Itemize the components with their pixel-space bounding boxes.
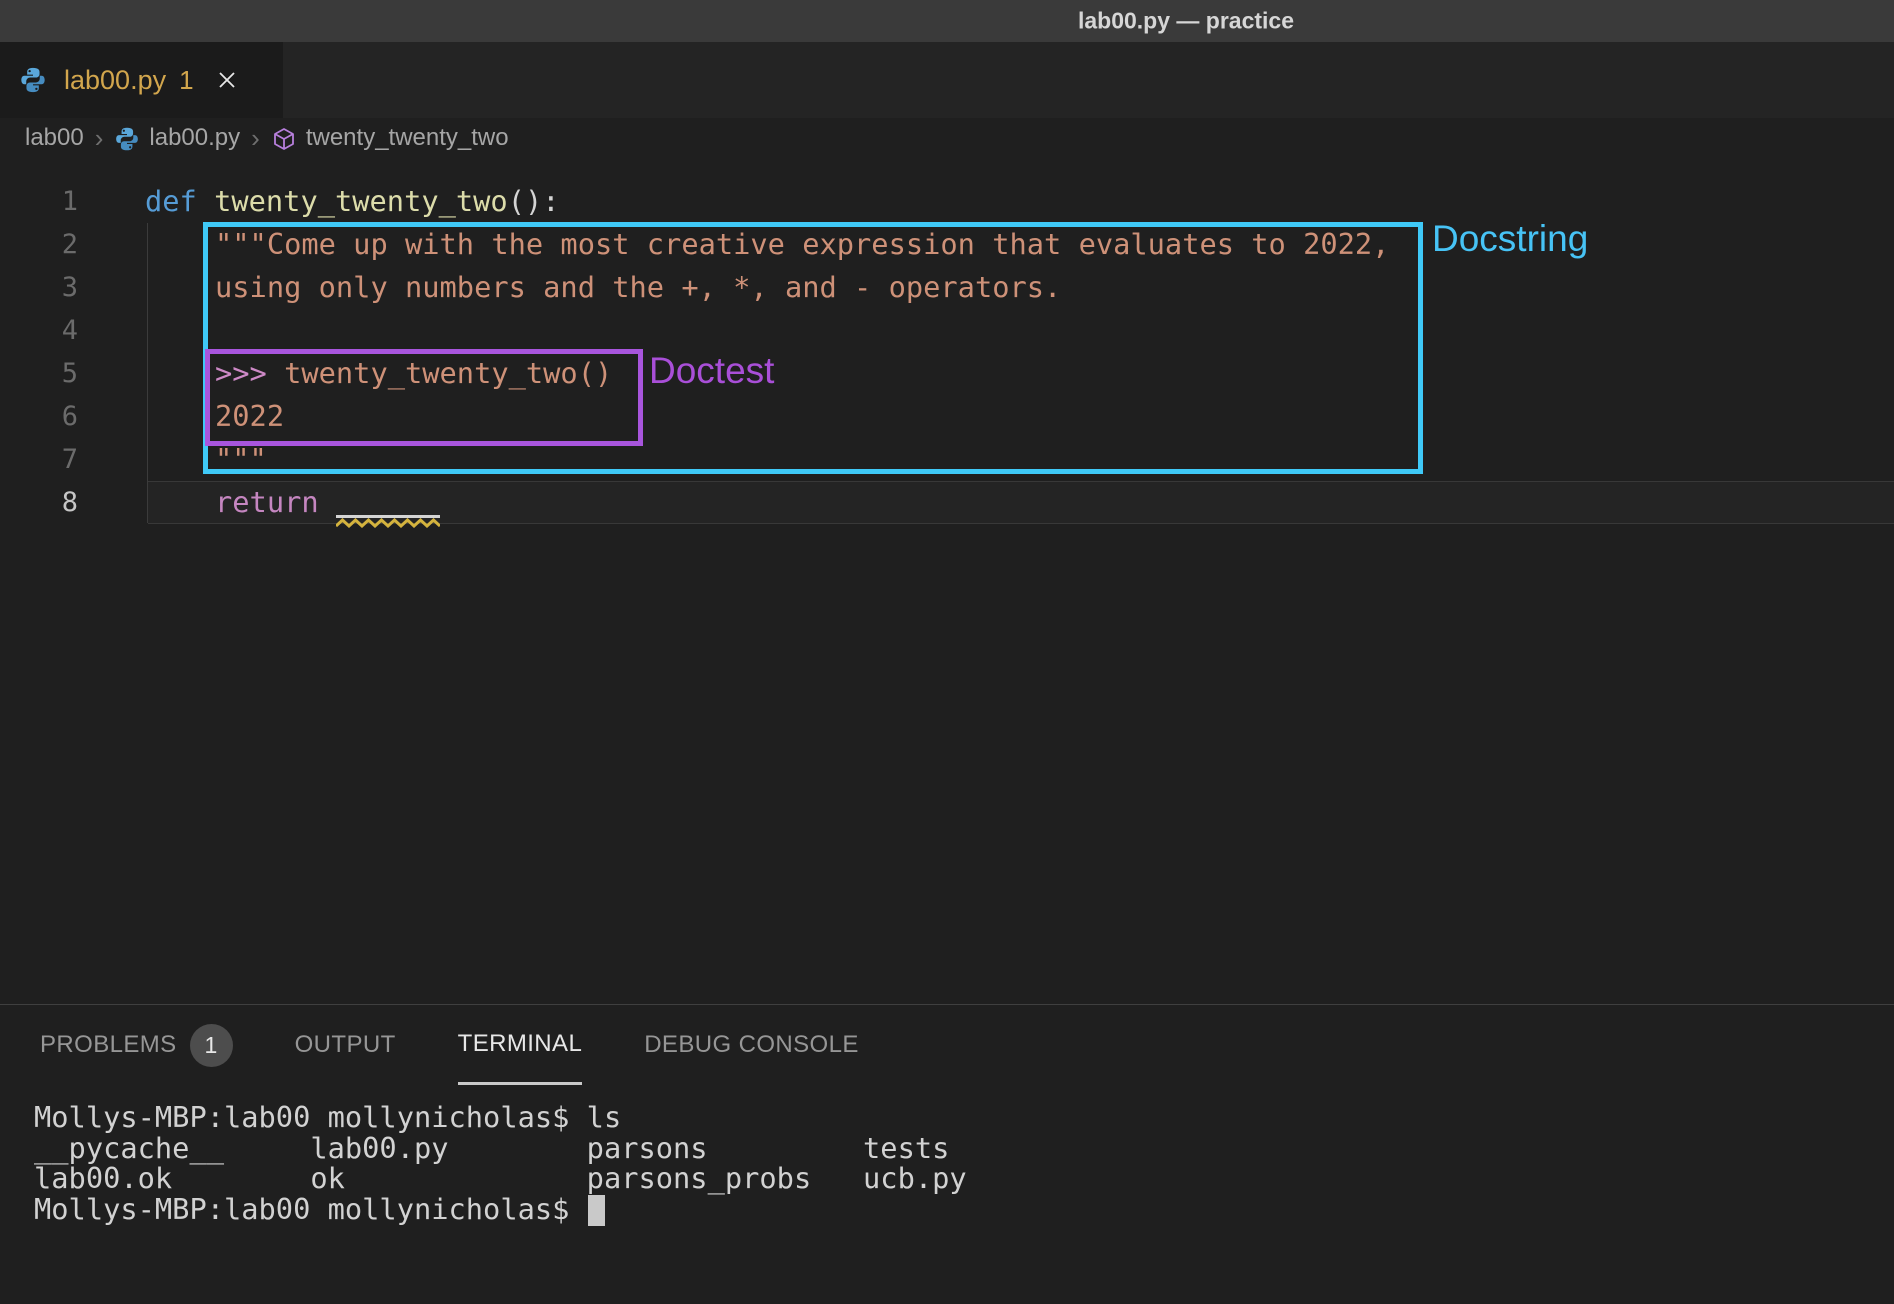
terminal-line: lab00.ok ok parsons_probs ucb.py [34,1163,967,1194]
tab-terminal[interactable]: TERMINAL [458,1005,583,1085]
code-line-1[interactable]: 1 def twenty_twenty_two(): [0,180,1894,223]
python-icon [114,126,140,152]
line-number-active: 8 [0,481,78,524]
line-number: 6 [0,395,78,438]
line-number: 5 [0,352,78,395]
tab-output[interactable]: OUTPUT [295,1005,396,1085]
terminal-cursor [588,1195,605,1226]
tab-output-label: OUTPUT [295,1031,396,1059]
breadcrumb: lab00 › lab00.py › twenty_twenty_two [0,118,1894,158]
breadcrumb-item-file[interactable]: lab00.py [149,124,240,152]
tab-debug-console[interactable]: DEBUG CONSOLE [644,1005,859,1085]
terminal-line: __pycache__ lab00.py parsons tests [34,1133,967,1164]
vscode-window: { "window": { "title": "lab00.py — pract… [0,0,1894,1304]
function-name: twenty_twenty_two [214,184,508,218]
tab-problems-label: PROBLEMS [40,1031,177,1059]
line-number: 4 [0,309,78,352]
bottom-panel: PROBLEMS 1 OUTPUT TERMINAL DEBUG CONSOLE… [0,1004,1894,1304]
keyword-return: return [215,481,319,524]
symbol-cube-icon [271,126,297,152]
tab-terminal-label: TERMINAL [458,1030,583,1058]
tab-problems[interactable]: PROBLEMS 1 [40,1005,233,1085]
code-editor[interactable]: 1 def twenty_twenty_two(): 2 """Come up … [0,158,1894,1004]
doctest-annotation-box [205,349,643,446]
keyword-def: def [145,184,214,218]
line-number: 7 [0,438,78,481]
line-number: 2 [0,223,78,266]
tab-bar: lab00.py 1 [0,42,1894,118]
tab-debug-console-label: DEBUG CONSOLE [644,1031,859,1059]
python-icon [19,66,47,94]
breadcrumb-item-symbol[interactable]: twenty_twenty_two [306,124,509,152]
window-title: lab00.py — practice [1078,8,1294,35]
panel-tab-bar: PROBLEMS 1 OUTPUT TERMINAL DEBUG CONSOLE [40,1005,859,1085]
line-number: 3 [0,266,78,309]
titlebar: lab00.py — practice [0,0,1894,42]
warning-squiggle [336,518,440,528]
docstring-annotation-label: Docstring [1432,218,1588,260]
tab-modified-count: 1 [179,65,193,96]
terminal-prompt: Mollys-MBP:lab00 mollynicholas$ [34,1192,587,1226]
problems-count-badge: 1 [190,1024,233,1067]
breadcrumb-item-folder[interactable]: lab00 [25,124,84,152]
tab-lab00py[interactable]: lab00.py 1 [0,42,283,118]
terminal-prompt-line: Mollys-MBP:lab00 mollynicholas$ [34,1194,967,1226]
chevron-right-icon: › [251,123,260,154]
code-line-8[interactable]: 8 return [0,481,1894,524]
tab-label: lab00.py [64,65,166,96]
terminal-line: Mollys-MBP:lab00 mollynicholas$ ls [34,1102,967,1133]
terminal[interactable]: Mollys-MBP:lab00 mollynicholas$ ls __pyc… [34,1102,967,1226]
chevron-right-icon: › [95,123,104,154]
close-icon[interactable] [215,68,239,92]
punctuation: (): [508,184,560,218]
doctest-annotation-label: Doctest [649,350,774,392]
line-number: 1 [0,180,78,223]
